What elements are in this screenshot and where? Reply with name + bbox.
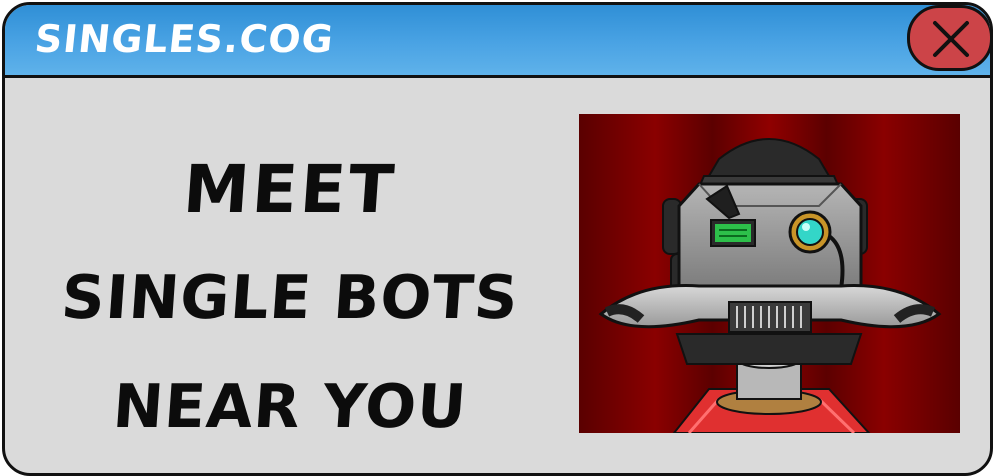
title-bar[interactable]: SINGLES.COG — [5, 5, 990, 78]
ad-line-3: NEAR YOU — [110, 372, 470, 442]
robot-portrait-image — [579, 114, 960, 433]
ad-message: MEET SINGLE BOTS NEAR YOU — [25, 135, 555, 462]
ad-line-2: SINGLE BOTS — [59, 263, 521, 333]
close-icon — [933, 21, 969, 57]
ad-line-1: MEET — [180, 151, 400, 228]
close-button[interactable] — [907, 5, 990, 71]
window-title: SINGLES.COG — [32, 17, 337, 61]
popup-window: SINGLES.COG MEET SINGLE BOTS NEAR YOU — [2, 2, 993, 476]
